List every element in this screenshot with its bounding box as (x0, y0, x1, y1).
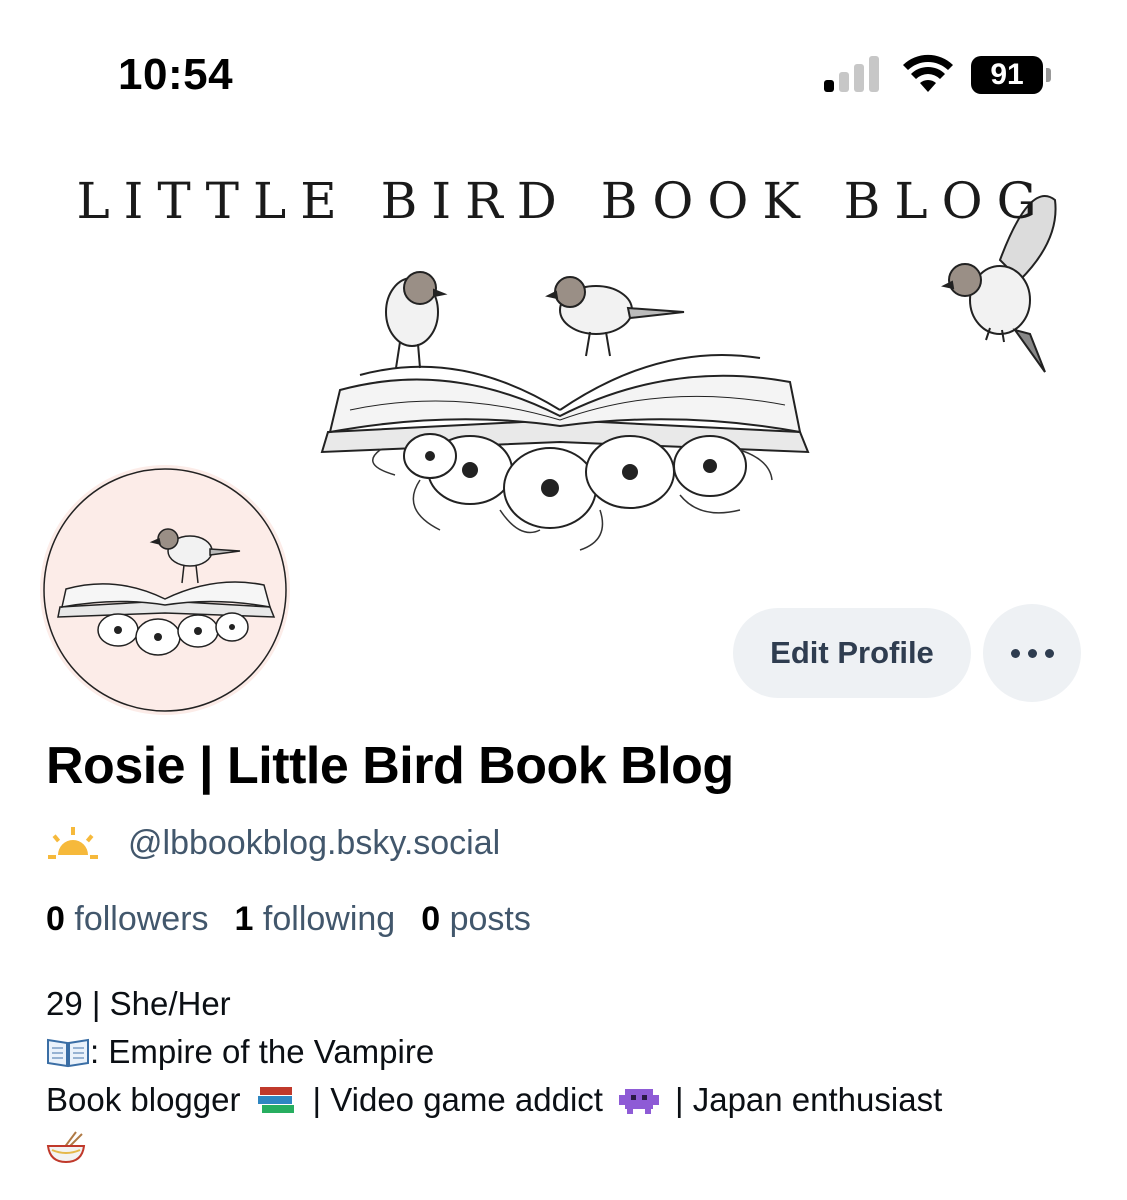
status-time: 10:54 (118, 50, 234, 99)
alien-monster-emoji (618, 1089, 659, 1114)
edit-profile-button[interactable]: Edit Profile (733, 608, 971, 698)
books-emoji (258, 1087, 295, 1113)
battery-cap (1046, 68, 1051, 82)
posts-stat: 0 posts (421, 900, 531, 939)
status-bar: 10:54 91 (0, 0, 1127, 120)
posts-label: posts (449, 900, 531, 938)
followers-count: 0 (46, 900, 65, 938)
bio-text-a: Book blogger (46, 1081, 241, 1118)
following-count: 1 (234, 900, 254, 938)
battery-level: 91 (971, 56, 1043, 94)
following-label: following (262, 900, 396, 938)
sunrise-emoji (48, 827, 98, 859)
bio-text-b: | Video game addict (312, 1081, 603, 1118)
open-book-emoji (47, 1038, 89, 1068)
avatar-image (40, 465, 290, 715)
profile-bio: 29 | She/Her : Empire of the Vampire Boo… (46, 980, 1086, 1172)
bio-line-4 (46, 1124, 1086, 1172)
avatar-illustration (43, 468, 287, 712)
bio-currently-reading: : Empire of the Vampire (90, 1033, 435, 1070)
cellular-signal-icon (824, 56, 882, 92)
wifi-icon (903, 54, 953, 92)
display-name: Rosie | Little Bird Book Blog (46, 737, 734, 795)
bio-line-3: Book blogger | Video game addict | Japan… (46, 1076, 1086, 1124)
profile-stats: 0 followers 1 following 0 posts (46, 900, 531, 939)
banner-title: LITTLE BIRD BOOK BLOG (76, 172, 1051, 230)
following-stat[interactable]: 1 following (235, 900, 396, 939)
bio-text-c: | Japan enthusiast (674, 1081, 943, 1118)
followers-stat[interactable]: 0 followers (46, 900, 209, 939)
more-options-button[interactable] (983, 604, 1081, 702)
handle[interactable]: @lbbookblog.bsky.social (128, 824, 500, 863)
bio-line-2: : Empire of the Vampire (46, 1028, 1086, 1076)
ellipsis-icon (1010, 648, 1020, 658)
bio-line-1: 29 | She/Her (46, 985, 231, 1022)
ramen-bowl-emoji (46, 1131, 86, 1164)
avatar[interactable] (36, 461, 294, 719)
ellipsis-icon-dot (1044, 648, 1054, 658)
followers-label: followers (74, 900, 209, 938)
handle-row: @lbbookblog.bsky.social (48, 820, 500, 866)
posts-count: 0 (421, 900, 441, 938)
battery-indicator: 91 (971, 56, 1051, 94)
ellipsis-icon-dot (1027, 648, 1037, 658)
